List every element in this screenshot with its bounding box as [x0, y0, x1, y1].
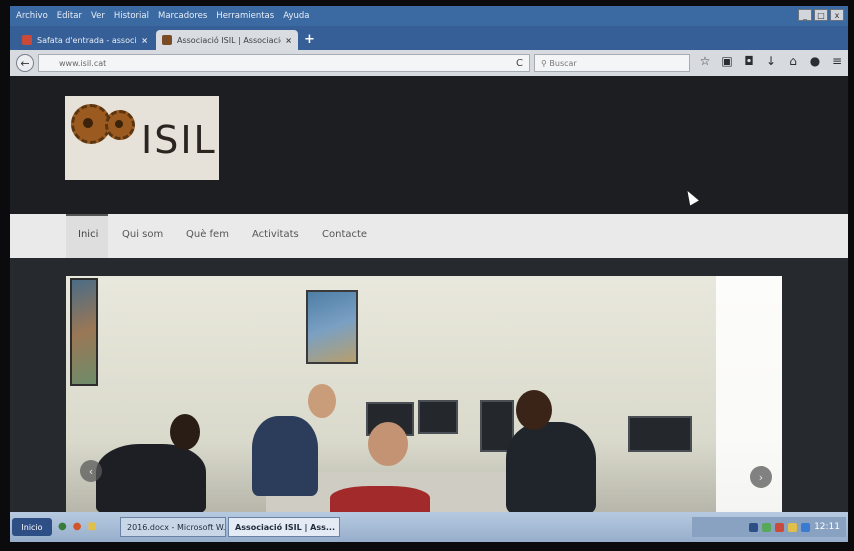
wall-painting [306, 290, 358, 364]
maximize-button[interactable]: □ [814, 9, 828, 21]
logo-text: ISIL [141, 118, 217, 162]
network-icon[interactable] [749, 522, 759, 532]
search-placeholder: Buscar [549, 58, 577, 68]
url-text: www.isil.cat [59, 58, 107, 68]
site-favicon-icon [162, 35, 172, 45]
start-button[interactable]: Inicio [12, 518, 52, 536]
gear-center [83, 118, 93, 128]
menu-historial[interactable]: Historial [114, 11, 149, 21]
search-icon: ⚲ [541, 58, 550, 68]
slider-prev-button[interactable]: ‹ [80, 460, 102, 482]
wall-poster [70, 278, 98, 386]
system-tray: 12:11 [692, 517, 846, 537]
person [330, 486, 430, 512]
browser-icon[interactable]: ● [58, 521, 67, 532]
nav-qui-som[interactable]: Qui som [122, 229, 163, 240]
person-head [308, 384, 336, 418]
home-icon[interactable]: ⌂ [786, 54, 800, 68]
taskbar: Inicio ● ● ■ 2016.docx - Microsoft W... … [10, 512, 848, 542]
firefox-icon[interactable]: ● [73, 521, 82, 532]
menu-archivo[interactable]: Archivo [16, 11, 48, 21]
menu-editar[interactable]: Editar [57, 11, 82, 21]
close-tab-icon[interactable]: × [141, 36, 148, 45]
person-head [368, 422, 408, 466]
back-button[interactable]: ← [16, 54, 34, 72]
menu-marcadores[interactable]: Marcadores [158, 11, 207, 21]
site-logo[interactable]: ISIL [65, 96, 219, 180]
nav-contacte[interactable]: Contacte [322, 229, 367, 240]
clipboard-icon[interactable]: ▣ [720, 54, 734, 68]
person [252, 416, 318, 496]
hero-slider: ‹ › [66, 276, 782, 512]
computer-monitor [418, 400, 458, 434]
search-input[interactable]: ⚲ Buscar [534, 54, 690, 72]
volume-icon[interactable] [788, 522, 798, 532]
site-header: ISIL [10, 76, 848, 214]
nav-inici[interactable]: Inici [78, 229, 98, 240]
nav-activitats[interactable]: Activitats [252, 229, 299, 240]
download-icon[interactable]: ↓ [764, 54, 778, 68]
tab-title: Associació ISIL | Associació p... [177, 35, 282, 45]
taskbar-item-browser[interactable]: Associació ISIL | Ass... [228, 517, 340, 537]
clock[interactable]: 12:11 [814, 522, 840, 532]
folder-icon[interactable]: ■ [87, 521, 96, 532]
pocket-icon[interactable]: ◘ [742, 54, 756, 68]
tab-title: Safata d'entrada - associacioi... [37, 35, 137, 45]
person [96, 444, 206, 512]
menu-bar: Archivo Editar Ver Historial Marcadores … [10, 6, 848, 26]
menu-ver[interactable]: Ver [91, 11, 105, 21]
menu-ayuda[interactable]: Ayuda [283, 11, 309, 21]
new-tab-button[interactable]: + [304, 32, 315, 47]
chat-icon[interactable]: ● [808, 54, 822, 68]
screen: Archivo Editar Ver Historial Marcadores … [10, 6, 848, 542]
gear-center [115, 120, 123, 128]
bright-window [716, 276, 782, 512]
minimize-button[interactable]: _ [798, 9, 812, 21]
url-bar[interactable]: www.isil.cat C [38, 54, 530, 72]
person-head [516, 390, 552, 430]
slider-next-button[interactable]: › [750, 466, 772, 488]
menu-icon[interactable]: ≡ [830, 54, 844, 68]
antivirus-icon[interactable] [775, 522, 785, 532]
reload-button[interactable]: C [516, 58, 523, 69]
tab-isil[interactable]: Associació ISIL | Associació p... × [156, 30, 298, 50]
web-page: ISIL Inici Qui som Què fem Activitats Co… [10, 76, 848, 512]
tab-strip: Safata d'entrada - associacioi... × Asso… [10, 26, 848, 50]
window-controls: _ □ x [798, 9, 844, 21]
navigation-bar: ← www.isil.cat C ⚲ Buscar ☆ ▣ ◘ ↓ ⌂ ● ≡ [10, 50, 848, 76]
main-nav: Inici Qui som Què fem Activitats Contact… [10, 214, 848, 258]
tab-email[interactable]: Safata d'entrada - associacioi... × [16, 30, 154, 50]
taskbar-item-word[interactable]: 2016.docx - Microsoft W... [120, 517, 226, 537]
quick-launch: ● ● ■ [58, 521, 97, 532]
security-icon[interactable] [762, 522, 772, 532]
close-tab-icon[interactable]: × [285, 36, 292, 45]
toolbar-icons: ☆ ▣ ◘ ↓ ⌂ ● ≡ [698, 54, 844, 68]
person-head [170, 414, 200, 450]
nav-que-fem[interactable]: Què fem [186, 229, 229, 240]
person [506, 422, 596, 512]
star-icon[interactable]: ☆ [698, 54, 712, 68]
mail-icon [22, 35, 32, 45]
computer-monitor [628, 416, 692, 452]
close-window-button[interactable]: x [830, 9, 844, 21]
menu-herramientas[interactable]: Herramientas [216, 11, 274, 21]
update-icon[interactable] [801, 522, 811, 532]
